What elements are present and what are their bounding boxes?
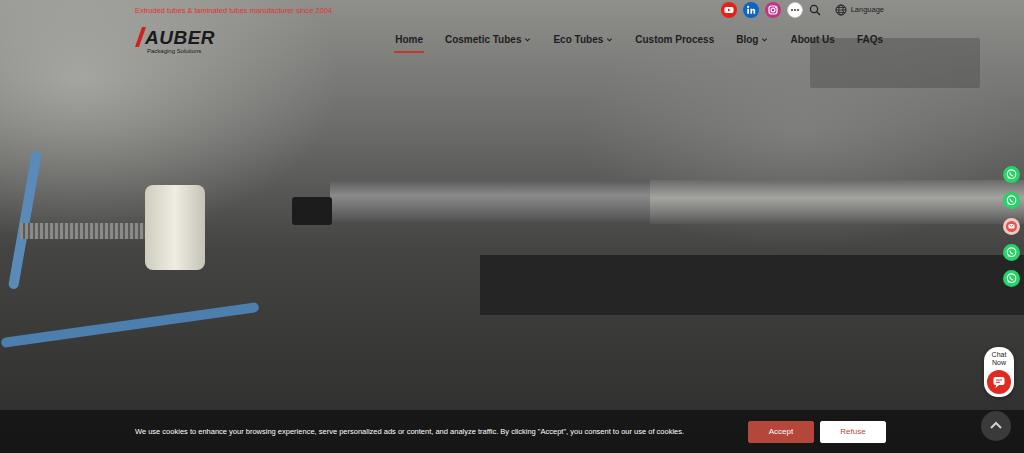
- nav-link[interactable]: About Us: [789, 29, 835, 53]
- nav-label: Eco Tubes: [553, 32, 603, 47]
- nav-link[interactable]: Custom Process: [634, 29, 715, 53]
- logo[interactable]: AUBERPackaging Solutions: [135, 27, 215, 54]
- nav-label: FAQs: [857, 32, 883, 47]
- accept-button[interactable]: Accept: [748, 421, 814, 443]
- chevron-down-icon: [761, 36, 768, 43]
- cookie-text: We use cookies to enhance your browsing …: [135, 426, 684, 437]
- menu-entry: Eco Tubes: [552, 29, 614, 53]
- logo-mark: AUBER: [135, 27, 215, 47]
- nav-link[interactable]: Home: [394, 29, 424, 53]
- logo-name: AUBER: [145, 28, 215, 47]
- nav-label: About Us: [790, 32, 834, 47]
- menu-entry: FAQs: [856, 29, 884, 53]
- chat-bubble-icon: [987, 370, 1011, 394]
- hero: Extruded tubes & laminated tubes manufac…: [0, 0, 1024, 453]
- tagline: Extruded tubes & laminated tubes manufac…: [135, 6, 332, 15]
- nav-label: Custom Process: [635, 32, 714, 47]
- hero-video: [0, 0, 1024, 453]
- menu-entry: Cosmetic Tubes: [444, 29, 533, 53]
- globe-icon: [835, 4, 847, 16]
- site-header: Extruded tubes & laminated tubes manufac…: [0, 0, 1024, 54]
- whatsapp-icon[interactable]: [1003, 270, 1020, 287]
- menu-entry: Custom Process: [634, 29, 715, 53]
- nav-label: Blog: [736, 32, 758, 47]
- search-icon[interactable]: [809, 4, 821, 16]
- top-bar: Extruded tubes & laminated tubes manufac…: [135, 0, 884, 20]
- nav-label: Cosmetic Tubes: [445, 32, 522, 47]
- nav-link[interactable]: Eco Tubes: [552, 29, 614, 53]
- top-tools: Language: [721, 2, 884, 18]
- chevron-down-icon: [606, 36, 613, 43]
- chevron-down-icon: [524, 36, 531, 43]
- navbar: AUBERPackaging Solutions Home Cosmetic Tu…: [135, 27, 884, 54]
- menu-entry: Blog: [735, 29, 769, 53]
- chat-now-button[interactable]: Chat Now: [984, 347, 1014, 397]
- linkedin-icon[interactable]: [743, 2, 759, 18]
- main-menu: Home Cosmetic Tubes Eco Tubes Custom Proces…: [394, 29, 884, 53]
- chat-label: Chat Now: [984, 351, 1014, 367]
- cookie-buttons: Accept Refuse: [748, 421, 886, 443]
- whatsapp-icon[interactable]: [1003, 192, 1020, 209]
- language-label: Language: [851, 4, 884, 15]
- more-icon[interactable]: [787, 2, 803, 18]
- language-switcher[interactable]: Language: [835, 4, 884, 16]
- whatsapp-icon[interactable]: [1003, 166, 1020, 183]
- nav-label: Home: [395, 32, 423, 47]
- refuse-button[interactable]: Refuse: [820, 421, 886, 443]
- menu-entry: Home: [394, 29, 424, 53]
- whatsapp-icon[interactable]: [1003, 244, 1020, 261]
- youtube-icon[interactable]: [721, 2, 737, 18]
- cookie-banner: We use cookies to enhance your browsing …: [0, 410, 1024, 453]
- logo-subtitle: Packaging Solutions: [147, 48, 215, 54]
- nav-link[interactable]: Blog: [735, 29, 769, 53]
- scroll-top-icon[interactable]: [981, 411, 1011, 441]
- nav-link[interactable]: FAQs: [856, 29, 884, 53]
- contact-float-bar: [1003, 166, 1020, 287]
- nav-link[interactable]: Cosmetic Tubes: [444, 29, 533, 53]
- menu-entry: About Us: [789, 29, 835, 53]
- message-icon[interactable]: [1003, 218, 1020, 235]
- instagram-icon[interactable]: [765, 2, 781, 18]
